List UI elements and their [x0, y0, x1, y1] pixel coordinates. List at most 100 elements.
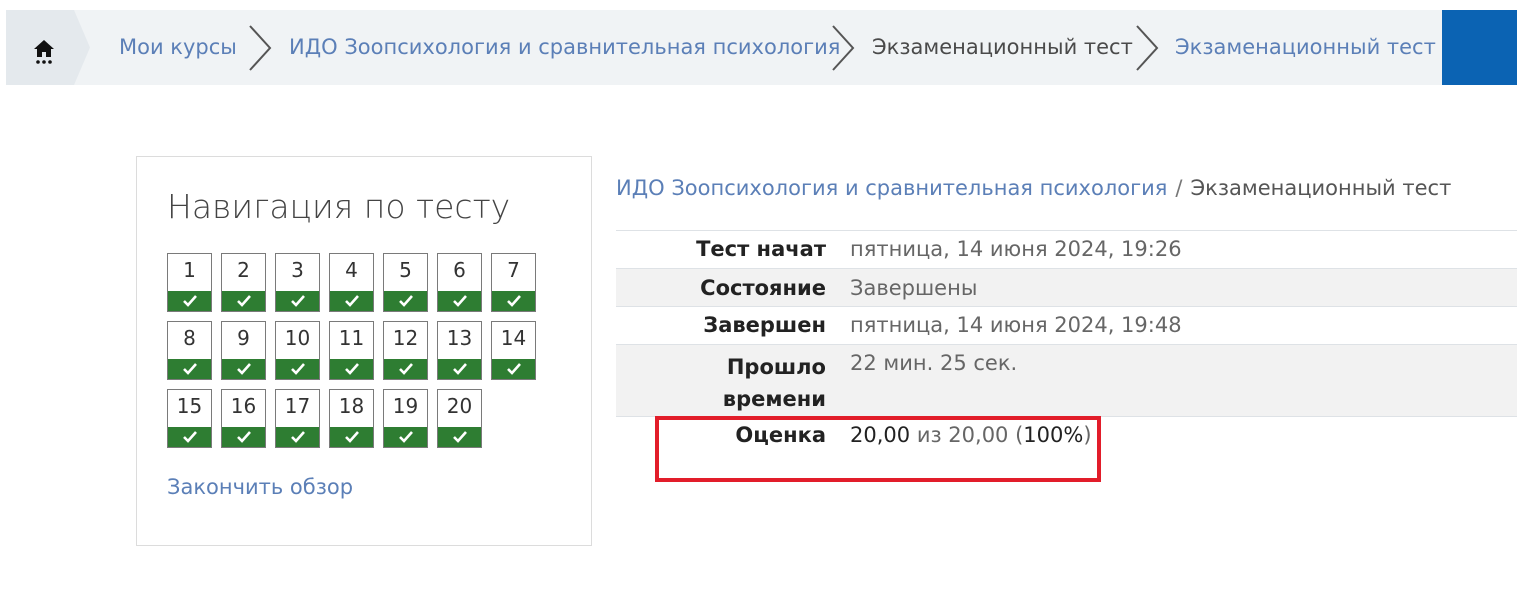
table-row: Прошло времени 22 мин. 25 сек.	[616, 345, 1517, 417]
question-status-bar	[276, 359, 319, 379]
question-number: 1	[183, 258, 196, 282]
row-value-state: Завершены	[838, 269, 1517, 306]
breadcrumb: Мои курсы ИДО Зоопсихология и сравнитель…	[6, 10, 1517, 85]
question-button-17[interactable]: 17	[275, 389, 320, 448]
check-icon	[345, 363, 359, 375]
summary-course-link[interactable]: ИДО Зоопсихология и сравнительная психол…	[616, 176, 1167, 200]
breadcrumb-item-my-courses[interactable]: Мои курсы	[119, 10, 237, 85]
question-number: 20	[446, 394, 473, 418]
check-icon	[399, 431, 413, 443]
question-status-bar	[330, 427, 373, 447]
check-icon	[237, 295, 251, 307]
question-number: 19	[392, 394, 419, 418]
question-status-bar	[222, 359, 265, 379]
home-icon	[34, 40, 54, 64]
row-label-time-taken-line2: времени	[722, 387, 826, 411]
question-number: 7	[507, 258, 520, 282]
question-button-5[interactable]: 5	[383, 253, 428, 312]
question-button-15[interactable]: 15	[167, 389, 212, 448]
question-status-bar	[384, 359, 427, 379]
question-button-20[interactable]: 20	[437, 389, 482, 448]
question-button-8[interactable]: 8	[167, 321, 212, 380]
summary-test-name: Экзаменационный тест	[1190, 176, 1452, 200]
row-label-started: Тест начат	[696, 237, 826, 261]
question-button-1[interactable]: 1	[167, 253, 212, 312]
question-status-bar	[438, 291, 481, 311]
question-button-9[interactable]: 9	[221, 321, 266, 380]
question-status-bar	[168, 291, 211, 311]
check-icon	[507, 295, 521, 307]
question-button-12[interactable]: 12	[383, 321, 428, 380]
question-status-bar	[330, 291, 373, 311]
check-icon	[183, 295, 197, 307]
header-accent-block	[1442, 10, 1517, 85]
question-status-bar	[330, 359, 373, 379]
finish-review-link[interactable]: Закончить обзор	[167, 475, 353, 499]
breadcrumb-item-section: Экзаменационный тест	[872, 35, 1133, 59]
row-value-started: пятница, 14 июня 2024, 19:26	[850, 237, 1182, 261]
question-status-bar	[492, 359, 535, 379]
question-status-bar	[276, 427, 319, 447]
check-icon	[453, 363, 467, 375]
question-status-bar	[168, 427, 211, 447]
row-value-time-taken: 22 мин. 25 сек.	[838, 345, 1517, 416]
question-status-bar	[438, 427, 481, 447]
question-button-18[interactable]: 18	[329, 389, 374, 448]
breadcrumb-item-course[interactable]: ИДО Зоопсихология и сравнительная психол…	[289, 10, 840, 85]
summary-breadcrumb: ИДО Зоопсихология и сравнительная психол…	[616, 176, 1451, 200]
question-button-19[interactable]: 19	[383, 389, 428, 448]
question-button-7[interactable]: 7	[491, 253, 536, 312]
question-button-6[interactable]: 6	[437, 253, 482, 312]
question-number: 14	[500, 326, 527, 350]
row-label-completed: Завершен	[703, 313, 826, 337]
check-icon	[291, 363, 305, 375]
breadcrumb-item-quiz[interactable]: Экзаменационный тест	[1175, 10, 1436, 85]
question-number: 17	[284, 394, 311, 418]
chevron-right-icon	[249, 25, 272, 71]
question-status-bar	[438, 359, 481, 379]
breadcrumb-home[interactable]	[6, 10, 90, 85]
question-button-11[interactable]: 11	[329, 321, 374, 380]
check-icon	[291, 295, 305, 307]
quiz-navigation-title: Навигация по тесту	[167, 187, 511, 226]
summary-breadcrumb-separator: /	[1175, 176, 1183, 200]
check-icon	[507, 363, 521, 375]
question-number: 11	[338, 326, 365, 350]
question-status-bar	[492, 291, 535, 311]
row-label-state: Состояние	[616, 269, 838, 306]
question-number: 6	[453, 258, 466, 282]
check-icon	[399, 363, 413, 375]
check-icon	[399, 295, 413, 307]
question-status-bar	[168, 359, 211, 379]
question-number: 8	[183, 326, 196, 350]
question-status-bar	[222, 291, 265, 311]
chevron-right-icon	[832, 25, 855, 71]
table-row: Завершен пятница, 14 июня 2024, 19:48	[616, 307, 1517, 345]
question-status-bar	[384, 427, 427, 447]
question-status-bar	[276, 291, 319, 311]
question-number: 15	[176, 394, 203, 418]
question-number: 16	[230, 394, 257, 418]
question-button-16[interactable]: 16	[221, 389, 266, 448]
question-button-2[interactable]: 2	[221, 253, 266, 312]
row-value-completed: пятница, 14 июня 2024, 19:48	[850, 313, 1182, 337]
question-button-3[interactable]: 3	[275, 253, 320, 312]
question-status-bar	[222, 427, 265, 447]
question-button-10[interactable]: 10	[275, 321, 320, 380]
check-icon	[183, 431, 197, 443]
row-label-time-taken-line1: Прошло	[726, 355, 826, 379]
question-button-14[interactable]: 14	[491, 321, 536, 380]
question-button-4[interactable]: 4	[329, 253, 374, 312]
row-label-time-taken: Прошло времени	[616, 345, 838, 416]
check-icon	[345, 295, 359, 307]
check-icon	[183, 363, 197, 375]
chevron-right-icon	[1136, 25, 1159, 71]
question-button-13[interactable]: 13	[437, 321, 482, 380]
question-status-bar	[384, 291, 427, 311]
check-icon	[237, 431, 251, 443]
quiz-navigation-block: Навигация по тесту 1 2 3 4 5 6 7 8 9 10 11 12 13 14 15…	[136, 156, 592, 546]
table-row: Тест начат пятница, 14 июня 2024, 19:26	[616, 231, 1517, 269]
question-number: 3	[291, 258, 304, 282]
check-icon	[453, 431, 467, 443]
check-icon	[237, 363, 251, 375]
